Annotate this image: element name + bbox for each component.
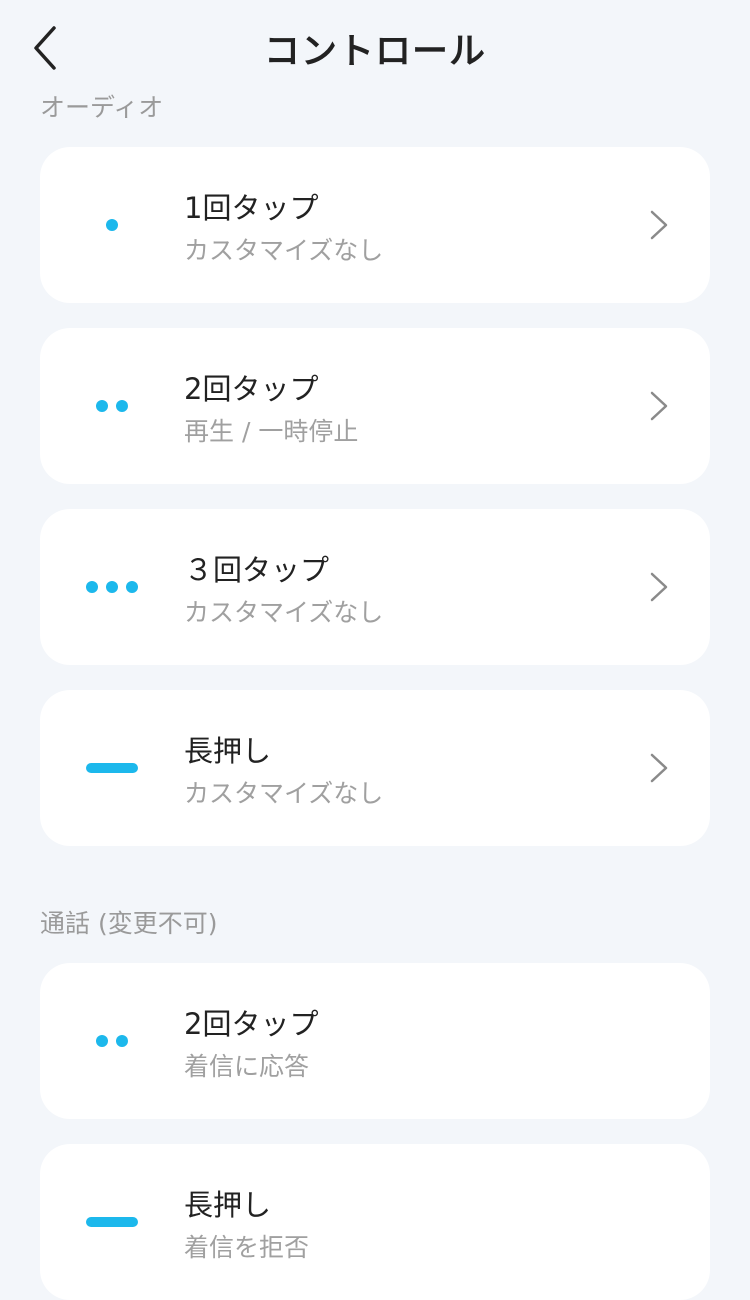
section-label-calls: 通話 (変更不可): [40, 909, 218, 938]
double-dot-icon: [96, 400, 128, 412]
item-subtitle: カスタマイズなし: [184, 598, 384, 627]
double-dot-icon: [96, 1035, 128, 1047]
control-item-long-press[interactable]: 長押し カスタマイズなし: [40, 690, 710, 846]
triple-dot-icon: [86, 581, 138, 593]
page-title: コントロール: [263, 31, 486, 72]
call-item-long-press: 長押し 着信を拒否: [40, 1144, 710, 1300]
item-subtitle: 着信を拒否: [184, 1233, 310, 1262]
item-subtitle: 再生 / 一時停止: [184, 417, 359, 446]
section-label-audio: オーディオ: [40, 93, 164, 122]
item-title: 1回タップ: [184, 191, 319, 225]
control-item-triple-tap[interactable]: ３回タップ カスタマイズなし: [40, 509, 710, 665]
single-dot-icon: [106, 219, 118, 231]
chevron-right-icon: [650, 753, 668, 783]
item-subtitle: カスタマイズなし: [184, 236, 384, 265]
control-item-single-tap[interactable]: 1回タップ カスタマイズなし: [40, 147, 710, 303]
item-subtitle: カスタマイズなし: [184, 779, 384, 808]
item-title: ３回タップ: [184, 553, 330, 587]
header: コントロール: [0, 0, 750, 92]
chevron-right-icon: [650, 391, 668, 421]
item-title: 長押し: [184, 1188, 272, 1222]
item-title: 2回タップ: [184, 372, 319, 406]
item-title: 長押し: [184, 734, 272, 768]
call-item-double-tap: 2回タップ 着信に応答: [40, 963, 710, 1119]
item-subtitle: 着信に応答: [184, 1052, 310, 1081]
item-title: 2回タップ: [184, 1007, 319, 1041]
control-item-double-tap[interactable]: 2回タップ 再生 / 一時停止: [40, 328, 710, 484]
long-press-dash-icon: [86, 763, 138, 773]
long-press-dash-icon: [86, 1217, 138, 1227]
chevron-right-icon: [650, 210, 668, 240]
chevron-right-icon: [650, 572, 668, 602]
